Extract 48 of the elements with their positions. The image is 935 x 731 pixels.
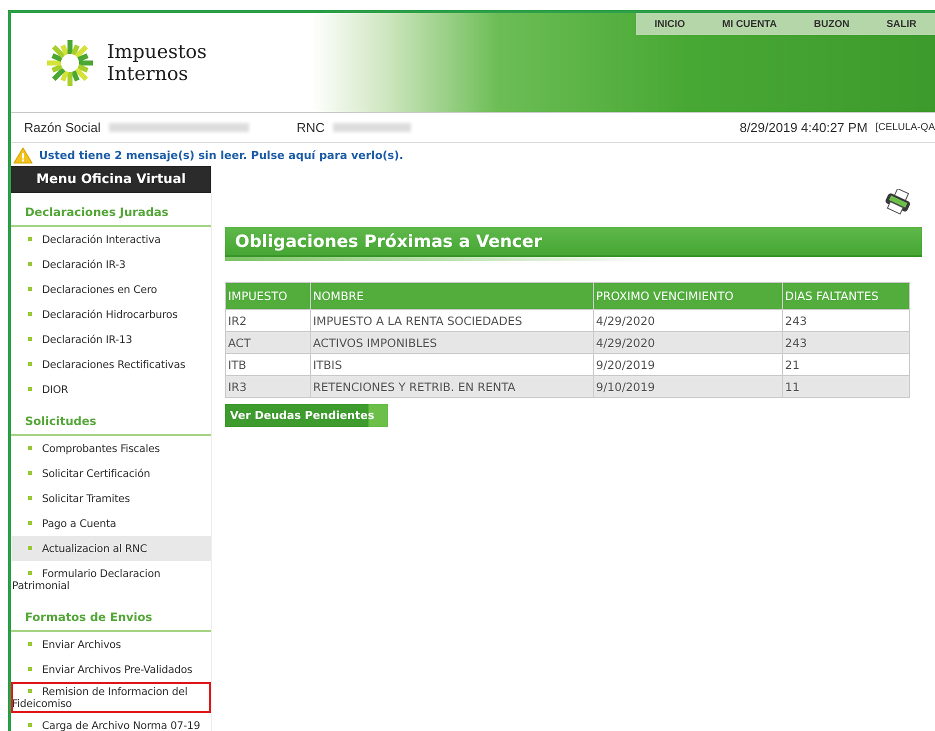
menu-item[interactable]: Declaración Interactiva	[11, 227, 211, 252]
menu-item[interactable]: Formulario Declaracion Patrimonial	[11, 561, 211, 598]
user-text: [CELULA-QA	[876, 122, 935, 133]
menu-section-title: Solicitudes	[11, 404, 211, 436]
table-cell: 9/10/2019	[594, 376, 782, 398]
menu-item[interactable]: Carga de Archivo Norma 07-19	[11, 713, 211, 731]
table-cell: RETENCIONES Y RETRIB. EN RENTA	[310, 376, 594, 398]
menu-item[interactable]: Enviar Archivos	[11, 632, 211, 657]
logo-text: Impuestos	[107, 40, 207, 62]
pending-debts-button[interactable]: Ver Deudas Pendientes	[225, 404, 388, 427]
column-header: DIAS FALTANTES	[782, 282, 910, 310]
menu-item[interactable]: Declaraciones en Cero	[11, 277, 211, 302]
datetime-text: 8/29/2019 4:40:27 PM	[740, 120, 868, 135]
section-title: Obligaciones Próximas a Vencer	[235, 232, 542, 252]
menu-item[interactable]: Remision de Informacion del Fideicomiso	[11, 682, 211, 713]
nav-link[interactable]: MI CUENTA	[722, 18, 777, 30]
nav-link[interactable]: INICIO	[654, 18, 686, 30]
menu-item[interactable]: Actualizacion al RNC	[11, 536, 211, 561]
company-label: Razón Social	[24, 120, 101, 135]
menu-item[interactable]: Pago a Cuenta	[11, 511, 211, 536]
menu-item[interactable]: Declaraciones Rectificativas	[11, 352, 211, 377]
logo-text: Internos	[107, 62, 190, 84]
table-cell: IR3	[226, 376, 310, 398]
warning-icon	[13, 146, 33, 164]
menu-item[interactable]: Comprobantes Fiscales	[11, 436, 211, 461]
column-header: IMPUESTO	[226, 282, 310, 310]
printer-icon[interactable]	[884, 189, 912, 215]
menu-item[interactable]: Declaración IR-3	[11, 252, 211, 277]
column-header: NOMBRE	[310, 282, 594, 310]
menu-item[interactable]: Declaración Hidrocarburos	[11, 302, 211, 327]
menu-item[interactable]: Solicitar Certificación	[11, 461, 211, 486]
menu-title: Menu Oficina Virtual	[11, 166, 211, 193]
rnc-label: RNC	[296, 120, 325, 135]
nav-link[interactable]: SALIR	[886, 18, 916, 30]
column-header: PROXIMO VENCIMIENTO	[594, 282, 782, 310]
table-cell: ACTIVOS IMPONIBLES	[310, 332, 594, 354]
table-cell: 243	[782, 332, 910, 354]
menu-section-title: Formatos de Envios	[11, 600, 211, 632]
table-cell: 11	[782, 376, 910, 398]
menu-item[interactable]: Declaración IR-13	[11, 327, 211, 352]
nav-link[interactable]: BUZON	[814, 18, 850, 30]
menu-item[interactable]: Solicitar Tramites	[11, 486, 211, 511]
table-cell: ACT	[226, 332, 310, 354]
menu-item[interactable]: Enviar Archivos Pre-Validados	[11, 657, 211, 682]
menu-item[interactable]: DIOR	[11, 377, 211, 402]
unread-messages-link[interactable]: Usted tiene 2 mensaje(s) sin leer. Pulse aquí para verlo(s).	[39, 148, 404, 162]
table-cell: 4/29/2020	[594, 332, 782, 354]
menu-section-title: Declaraciones Juradas	[11, 195, 211, 227]
